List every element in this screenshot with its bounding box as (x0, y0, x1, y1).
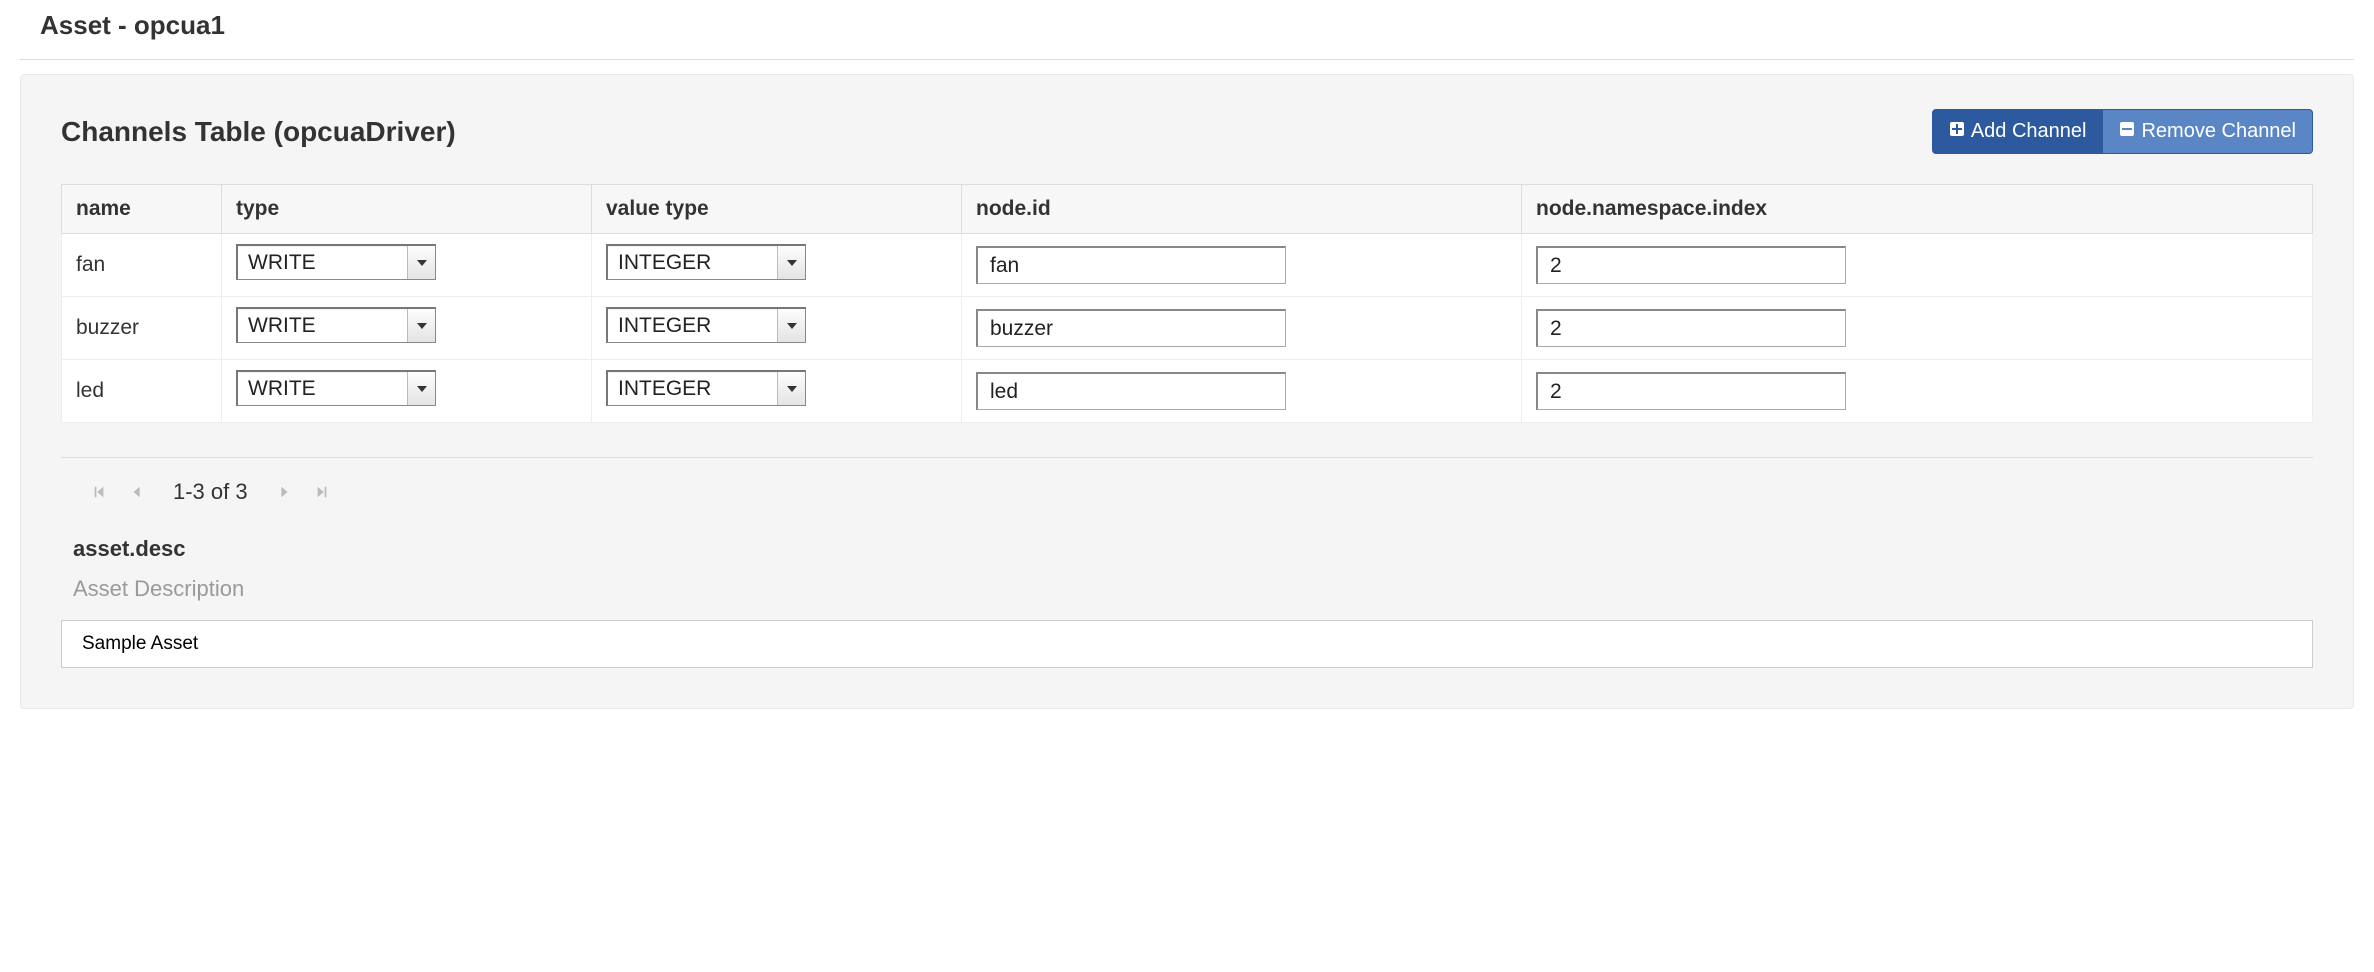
type-select[interactable]: WRITE (236, 370, 436, 406)
divider (61, 457, 2313, 458)
value-type-select[interactable]: INTEGER (606, 370, 806, 406)
value-type-select-value: INTEGER (618, 309, 711, 342)
cell-name: fan (62, 234, 222, 297)
pager-first-icon[interactable] (85, 478, 113, 506)
chevron-down-icon (407, 372, 435, 405)
pager-next-icon[interactable] (270, 478, 298, 506)
panel-header: Channels Table (opcuaDriver) Add Channel… (61, 109, 2313, 154)
page-title: Asset - opcua1 (0, 0, 2374, 59)
add-channel-button[interactable]: Add Channel (1932, 109, 2104, 154)
pager: 1-3 of 3 (85, 478, 2313, 506)
value-type-select-value: INTEGER (618, 372, 711, 405)
chevron-down-icon (777, 309, 805, 342)
pager-prev-icon[interactable] (123, 478, 151, 506)
column-header-nodeid: node.id (962, 185, 1522, 234)
column-header-valuetype: value type (592, 185, 962, 234)
value-type-select[interactable]: INTEGER (606, 244, 806, 280)
chevron-down-icon (407, 309, 435, 342)
chevron-down-icon (777, 372, 805, 405)
chevron-down-icon (407, 246, 435, 279)
ns-index-input[interactable] (1536, 309, 1846, 347)
asset-desc-help: Asset Description (73, 576, 2313, 602)
panel-body: Channels Table (opcuaDriver) Add Channel… (20, 74, 2354, 709)
panel-title: Channels Table (opcuaDriver) (61, 116, 456, 148)
node-id-input[interactable] (976, 309, 1286, 347)
column-header-nsindex: node.namespace.index (1522, 185, 2313, 234)
add-channel-label: Add Channel (1971, 120, 2087, 143)
channels-table: name type value type node.id node.namesp… (61, 184, 2313, 423)
chevron-down-icon (777, 246, 805, 279)
ns-index-input[interactable] (1536, 372, 1846, 410)
asset-desc-label: asset.desc (73, 536, 2313, 562)
pager-range: 1-3 of 3 (161, 479, 260, 505)
table-row: buzzer WRITE INTEGER (62, 297, 2313, 360)
remove-channel-label: Remove Channel (2141, 120, 2296, 143)
value-type-select[interactable]: INTEGER (606, 307, 806, 343)
type-select-value: WRITE (248, 246, 316, 279)
remove-channel-button[interactable]: Remove Channel (2103, 109, 2313, 154)
column-header-name: name (62, 185, 222, 234)
table-row: led WRITE INTEGER (62, 360, 2313, 423)
cell-name: buzzer (62, 297, 222, 360)
asset-desc-input[interactable] (61, 620, 2313, 668)
type-select-value: WRITE (248, 309, 316, 342)
type-select-value: WRITE (248, 372, 316, 405)
channel-buttons: Add Channel Remove Channel (1932, 109, 2313, 154)
node-id-input[interactable] (976, 246, 1286, 284)
node-id-input[interactable] (976, 372, 1286, 410)
type-select[interactable]: WRITE (236, 307, 436, 343)
minus-icon (2119, 120, 2135, 143)
value-type-select-value: INTEGER (618, 246, 711, 279)
table-row: fan WRITE INTEGER (62, 234, 2313, 297)
plus-icon (1949, 120, 1965, 143)
pager-last-icon[interactable] (308, 478, 336, 506)
column-header-type: type (222, 185, 592, 234)
type-select[interactable]: WRITE (236, 244, 436, 280)
cell-name: led (62, 360, 222, 423)
ns-index-input[interactable] (1536, 246, 1846, 284)
outer-panel: Channels Table (opcuaDriver) Add Channel… (20, 59, 2354, 709)
